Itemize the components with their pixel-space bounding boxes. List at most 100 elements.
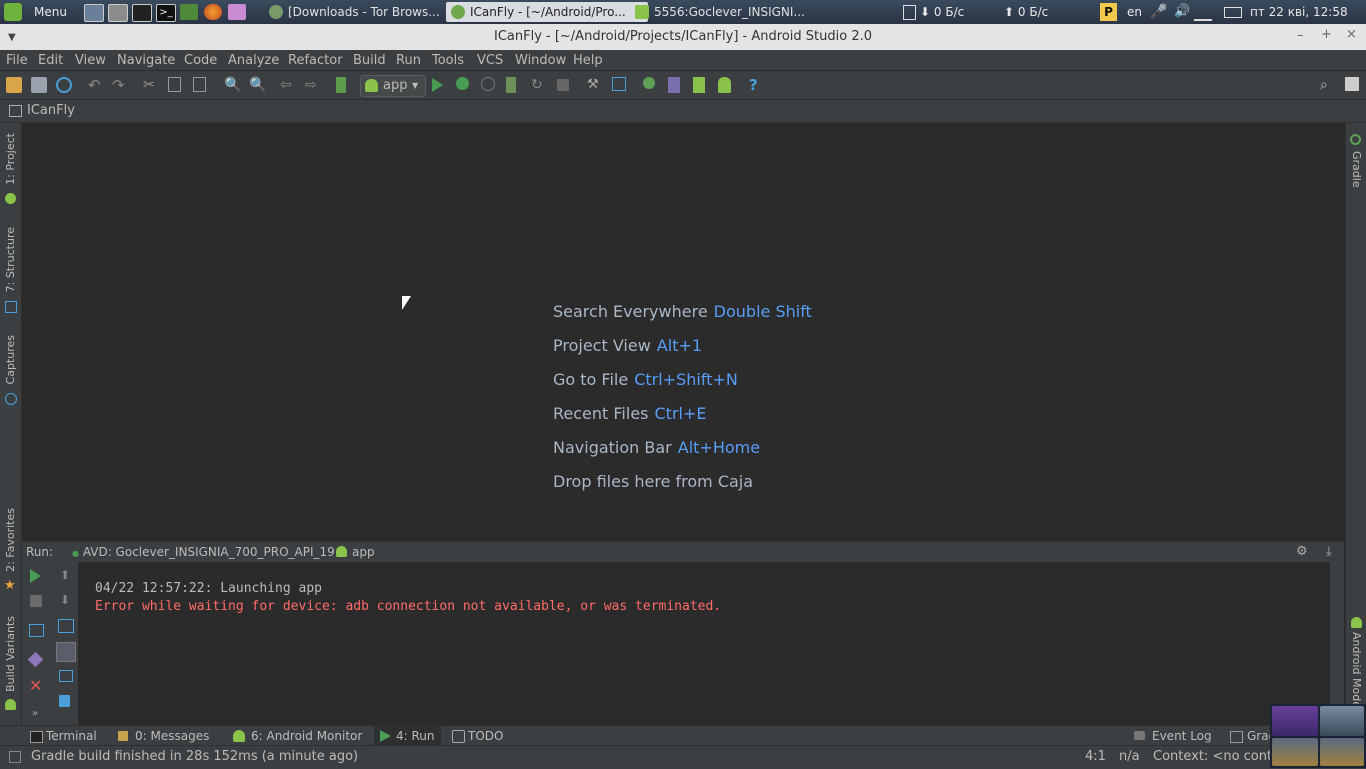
forward-icon[interactable]: ⇨ [305, 77, 321, 93]
context-indicator[interactable]: Context: <no context> [1153, 746, 1270, 768]
menu-analyze[interactable]: Analyze [228, 52, 279, 70]
restore-layout-icon[interactable] [29, 624, 44, 637]
workspace-thumbnail[interactable] [1272, 706, 1318, 736]
tab-messages[interactable]: 0: Messages [118, 726, 209, 746]
file-encoding[interactable]: n/a [1119, 746, 1140, 768]
replace-icon[interactable]: 🔍 [249, 77, 266, 93]
scroll-up-icon[interactable]: ⬆ [60, 568, 70, 582]
trash-icon[interactable] [59, 695, 70, 707]
make-project-icon[interactable] [336, 77, 346, 93]
profile-icon[interactable] [481, 77, 495, 91]
scroll-to-end-icon[interactable] [56, 642, 76, 662]
project-structure-icon[interactable]: ⚒ [587, 77, 603, 93]
stop-icon[interactable] [557, 79, 569, 91]
menu-view[interactable]: View [75, 52, 106, 70]
volume-icon[interactable]: 🔊 [1174, 4, 1192, 20]
close-icon[interactable]: × [1346, 27, 1357, 42]
redo-icon[interactable]: ↷ [112, 77, 128, 93]
tool-tab-build-variants[interactable]: Build Variants [4, 616, 17, 692]
tab-event-log[interactable]: Event Log [1134, 726, 1212, 746]
run-console[interactable]: 04/22 12:57:22: Launching app Error whil… [80, 562, 1330, 725]
tab-todo[interactable]: TODO [452, 726, 503, 746]
android-device-monitor-icon[interactable] [718, 77, 731, 93]
cut-icon[interactable]: ✂ [143, 77, 159, 93]
show-desktop-icon[interactable] [84, 4, 104, 22]
pin-icon[interactable] [27, 651, 44, 668]
menu-code[interactable]: Code [184, 52, 217, 70]
tool-tab-gradle[interactable]: Gradle [1350, 151, 1363, 188]
taskbar-item-tor[interactable]: [Downloads - Tor Brows... [264, 2, 464, 22]
user-icon[interactable] [1345, 77, 1359, 91]
stop-icon[interactable] [30, 595, 42, 607]
search-everywhere-icon[interactable]: ⌕ [1320, 77, 1336, 93]
breadcrumb-project[interactable]: ICanFly [27, 100, 75, 122]
sdk-manager-icon[interactable] [693, 77, 705, 93]
app-grid-icon[interactable] [228, 4, 246, 20]
editor-area[interactable]: Search Everywhere Double Shift Project Vi… [22, 123, 1344, 541]
sdk-structure-icon[interactable] [612, 77, 626, 91]
help-icon[interactable]: ? [749, 77, 765, 93]
menu-window[interactable]: Window [515, 52, 566, 70]
tab-run[interactable]: 4: Run [374, 726, 441, 746]
sync-icon[interactable] [56, 77, 72, 93]
pycharm-tray-icon[interactable]: P [1100, 3, 1117, 21]
menu-run[interactable]: Run [396, 52, 421, 70]
close-run-icon[interactable]: ✕ [29, 678, 42, 694]
battery-icon[interactable] [1224, 7, 1242, 18]
tab-android-monitor[interactable]: 6: Android Monitor [233, 726, 362, 746]
menu-file[interactable]: File [6, 52, 28, 70]
run-config-dropdown[interactable]: app ▼ [360, 75, 426, 97]
mint-menu-icon[interactable] [4, 3, 22, 21]
debug-icon[interactable] [456, 77, 469, 90]
menu-navigate[interactable]: Navigate [117, 52, 175, 70]
file-manager-icon[interactable] [108, 4, 128, 22]
soft-wrap-icon[interactable] [58, 619, 74, 633]
gradle-sync-icon[interactable] [643, 77, 655, 89]
menu-button[interactable]: Menu [34, 0, 67, 24]
gear-icon[interactable]: ⚙ [1296, 543, 1308, 561]
clock[interactable]: пт 22 кві, 12:58 [1250, 0, 1348, 24]
minimize-icon[interactable]: – [1297, 28, 1304, 43]
undo-icon[interactable]: ↶ [88, 77, 104, 93]
open-folder-icon[interactable] [6, 77, 22, 93]
workspace-thumbnail[interactable] [1272, 738, 1318, 766]
toggle-tool-windows-icon[interactable] [9, 751, 21, 763]
paste-icon[interactable] [193, 77, 206, 92]
menu-build[interactable]: Build [353, 52, 386, 70]
workspace-thumbnail[interactable] [1320, 738, 1364, 766]
tool-tab-favorites[interactable]: 2: Favorites [4, 508, 17, 572]
back-icon[interactable]: ⇦ [280, 77, 296, 93]
menu-edit[interactable]: Edit [38, 52, 63, 70]
menu-help[interactable]: Help [573, 52, 603, 70]
workspace-thumbnail[interactable] [1320, 706, 1364, 736]
caret-position[interactable]: 4:1 [1085, 746, 1106, 768]
terminal-launcher-icon[interactable]: >_ [156, 4, 176, 22]
more-icon[interactable]: » [32, 708, 38, 719]
workspace-switcher[interactable] [1270, 704, 1366, 768]
keyboard-layout[interactable]: en [1127, 0, 1142, 24]
find-icon[interactable]: 🔍 [224, 77, 241, 93]
taskbar-item-android-studio[interactable]: ICanFly - [~/Android/Pro... [446, 2, 648, 22]
firefox-icon[interactable] [204, 4, 222, 20]
avd-manager-icon[interactable] [668, 77, 680, 93]
save-all-icon[interactable] [31, 77, 47, 93]
run-tab-app[interactable]: app [336, 542, 375, 562]
console-scrollbar[interactable] [1330, 562, 1344, 725]
rerun-icon[interactable]: ↻ [531, 77, 547, 93]
maximize-icon[interactable]: + [1321, 27, 1332, 42]
tool-tab-structure[interactable]: 7: Structure [4, 227, 17, 292]
scroll-down-icon[interactable]: ⬇ [60, 593, 70, 607]
tools-launcher-icon[interactable] [180, 4, 198, 20]
menu-tools[interactable]: Tools [432, 52, 464, 70]
system-monitor-icon[interactable] [132, 4, 152, 22]
tool-tab-captures[interactable]: Captures [4, 335, 17, 384]
run-icon[interactable] [432, 78, 443, 92]
menu-vcs[interactable]: VCS [477, 52, 503, 70]
microphone-icon[interactable]: 🎤 [1150, 4, 1168, 20]
tool-tab-project[interactable]: 1: Project [4, 133, 17, 185]
copy-icon[interactable] [168, 77, 181, 92]
hide-panel-icon[interactable]: ⤓ [1326, 543, 1332, 561]
rerun-icon[interactable] [30, 569, 41, 583]
clipboard-icon[interactable] [903, 5, 916, 20]
menu-refactor[interactable]: Refactor [288, 52, 343, 70]
